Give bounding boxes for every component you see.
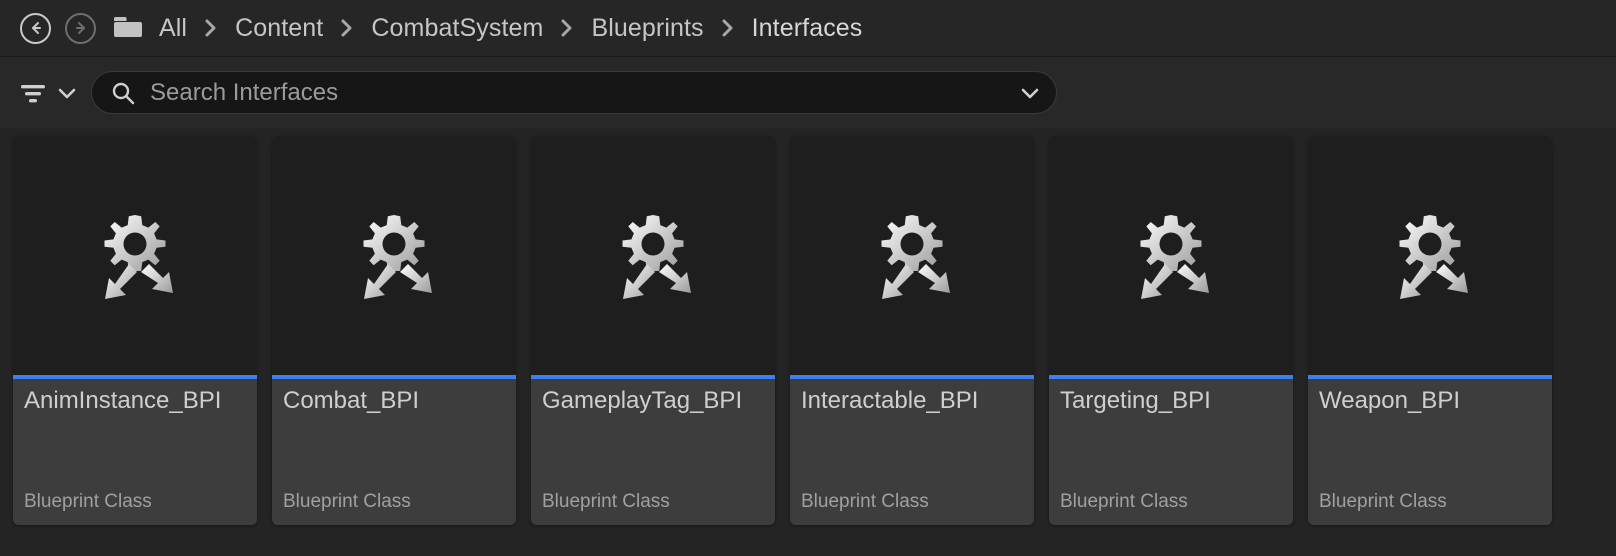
filter-icon (18, 80, 48, 106)
search-toolbar: Search Interfaces (0, 57, 1616, 128)
breadcrumb-separator-icon (340, 18, 354, 38)
asset-tile[interactable]: GameplayTag_BPI Blueprint Class (531, 136, 775, 525)
breadcrumb-item-combatsystem[interactable]: CombatSystem (371, 14, 543, 43)
breadcrumb-separator-icon (560, 18, 574, 38)
breadcrumb-separator-icon (204, 18, 218, 38)
asset-tile[interactable]: Combat_BPI Blueprint Class (272, 136, 516, 525)
asset-footer: Weapon_BPI Blueprint Class (1308, 379, 1552, 525)
search-icon (110, 80, 150, 106)
asset-thumbnail[interactable] (1049, 136, 1293, 375)
asset-footer: Combat_BPI Blueprint Class (272, 379, 516, 525)
asset-name: Combat_BPI (283, 387, 420, 414)
asset-type: Blueprint Class (1060, 491, 1188, 512)
folder-icon (112, 15, 146, 41)
asset-tile[interactable]: AnimInstance_BPI Blueprint Class (13, 136, 257, 525)
breadcrumb-item-interfaces[interactable]: Interfaces (752, 14, 863, 43)
asset-type: Blueprint Class (542, 491, 670, 512)
asset-type: Blueprint Class (801, 491, 929, 512)
asset-footer: Interactable_BPI Blueprint Class (790, 379, 1034, 525)
asset-name: GameplayTag_BPI (542, 387, 743, 414)
asset-grid: AnimInstance_BPI Blueprint Class Combat_… (0, 128, 1616, 525)
breadcrumb-item-blueprints[interactable]: Blueprints (591, 14, 703, 43)
asset-name: AnimInstance_BPI (24, 387, 222, 414)
breadcrumb-separator-icon (721, 18, 735, 38)
blueprint-interface-icon (80, 201, 190, 311)
asset-thumbnail[interactable] (1308, 136, 1552, 375)
asset-name: Targeting_BPI (1060, 387, 1211, 414)
breadcrumb-item-content[interactable]: Content (235, 14, 323, 43)
blueprint-interface-icon (1375, 201, 1485, 311)
blueprint-interface-icon (598, 201, 708, 311)
chevron-down-icon (48, 86, 77, 100)
back-button[interactable] (20, 12, 51, 44)
blueprint-interface-icon (339, 201, 449, 311)
asset-footer: Targeting_BPI Blueprint Class (1049, 379, 1293, 525)
asset-type: Blueprint Class (283, 491, 411, 512)
asset-thumbnail[interactable] (272, 136, 516, 375)
filter-button[interactable] (18, 80, 77, 106)
asset-tile[interactable]: Weapon_BPI Blueprint Class (1308, 136, 1552, 525)
breadcrumb-bar: All Content CombatSystem Blueprints Inte… (0, 0, 1616, 57)
search-history-chevron-icon[interactable] (1018, 85, 1042, 101)
blueprint-interface-icon (1116, 201, 1226, 311)
asset-name: Weapon_BPI (1319, 387, 1460, 414)
asset-tile[interactable]: Interactable_BPI Blueprint Class (790, 136, 1034, 525)
forward-button[interactable] (65, 12, 96, 44)
asset-footer: GameplayTag_BPI Blueprint Class (531, 379, 775, 525)
asset-type: Blueprint Class (24, 491, 152, 512)
asset-footer: AnimInstance_BPI Blueprint Class (13, 379, 257, 525)
asset-name: Interactable_BPI (801, 387, 979, 414)
asset-thumbnail[interactable] (13, 136, 257, 375)
search-input[interactable]: Search Interfaces (91, 71, 1057, 114)
blueprint-interface-icon (857, 201, 967, 311)
asset-thumbnail[interactable] (531, 136, 775, 375)
asset-tile[interactable]: Targeting_BPI Blueprint Class (1049, 136, 1293, 525)
asset-thumbnail[interactable] (790, 136, 1034, 375)
search-placeholder-text: Search Interfaces (150, 78, 339, 106)
breadcrumb-item-all[interactable]: All (159, 14, 187, 43)
asset-type: Blueprint Class (1319, 491, 1447, 512)
